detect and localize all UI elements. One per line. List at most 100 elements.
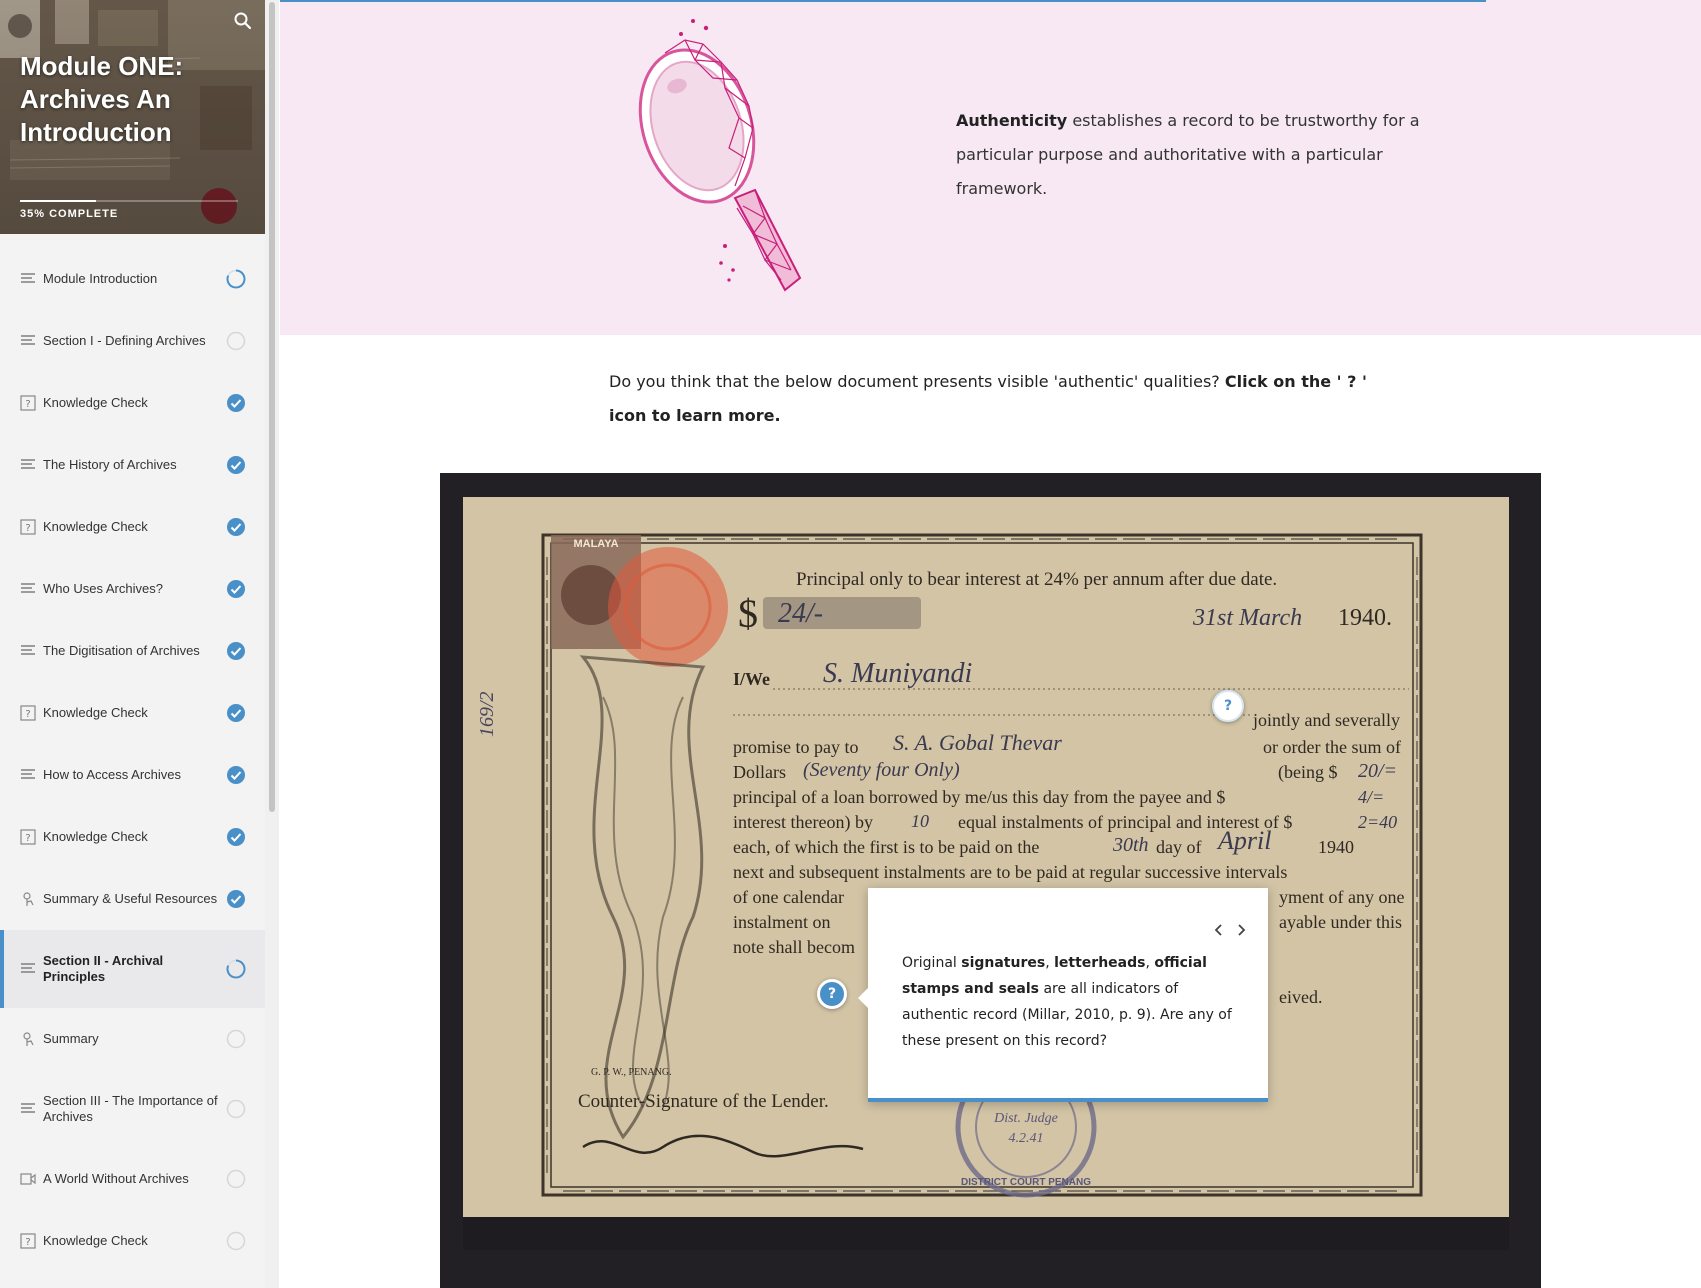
popup-text: Original signatures, letterheads, offici… bbox=[902, 950, 1242, 1054]
question-box-icon: ? bbox=[20, 1233, 36, 1249]
question-box-icon: ? bbox=[20, 395, 36, 411]
sidebar-item-15[interactable]: ? Knowledge Check bbox=[0, 1210, 265, 1272]
hotspot-2-label: ? bbox=[827, 986, 837, 1002]
sidebar-item-2[interactable]: ? Knowledge Check bbox=[0, 372, 265, 434]
sidebar-item-label: Knowledge Check bbox=[43, 519, 148, 534]
hotspot-1-label: ? bbox=[1223, 698, 1233, 714]
sidebar-item-16[interactable]: Summary & Useful Resources bbox=[0, 1272, 265, 1288]
question-box-icon: ? bbox=[20, 519, 36, 535]
popup-text-part: Original bbox=[902, 955, 962, 971]
lesson-question: Do you think that the below document pre… bbox=[609, 365, 1389, 433]
sidebar-scrollbar-thumb[interactable] bbox=[269, 2, 275, 812]
lesson-list: Module Introduction Section I - Defining … bbox=[0, 248, 265, 1288]
hand-pointer-icon bbox=[20, 1031, 36, 1047]
text-lines-icon bbox=[20, 643, 36, 659]
doc-counter-signature: Counter-Signature of the Lender. bbox=[578, 1091, 829, 1112]
popup-next-button[interactable] bbox=[1232, 920, 1250, 940]
sidebar-item-3[interactable]: The History of Archives bbox=[0, 434, 265, 496]
doc-line-being: (being $ bbox=[1278, 762, 1337, 783]
svg-text:?: ? bbox=[25, 523, 30, 534]
sidebar-item-13[interactable]: Section III - The Importance of Archives bbox=[0, 1070, 265, 1148]
text-lines-icon bbox=[20, 767, 36, 783]
doc-margin-number: 169/2 bbox=[476, 691, 498, 737]
doc-line-interest: interest thereon) by bbox=[733, 812, 873, 833]
sidebar-item-label: The Digitisation of Archives bbox=[43, 643, 200, 658]
svg-text:?: ? bbox=[25, 1237, 30, 1248]
check-circle-icon bbox=[226, 827, 246, 847]
hand-pointer-icon bbox=[20, 891, 36, 907]
sidebar-item-5[interactable]: Who Uses Archives? bbox=[0, 558, 265, 620]
sidebar-item-9[interactable]: ? Knowledge Check bbox=[0, 806, 265, 868]
sidebar-item-0[interactable]: Module Introduction bbox=[0, 248, 265, 310]
popup-text-part: letterheads bbox=[1054, 955, 1146, 971]
empty-circle-icon bbox=[226, 1231, 246, 1251]
sidebar-item-1[interactable]: Section I - Defining Archives bbox=[0, 310, 265, 372]
check-circle-icon bbox=[226, 765, 246, 785]
svg-text:$: $ bbox=[738, 591, 758, 636]
sidebar-item-6[interactable]: The Digitisation of Archives bbox=[0, 620, 265, 682]
doc-line-instalment: instalment on bbox=[733, 912, 831, 932]
sidebar-item-7[interactable]: ? Knowledge Check bbox=[0, 682, 265, 744]
sidebar-item-label: Section III - The Importance of Archives bbox=[43, 1093, 218, 1124]
course-progress-label: 35% COMPLETE bbox=[20, 208, 119, 220]
sidebar-item-12[interactable]: Summary bbox=[0, 1008, 265, 1070]
doc-line-dayof: day of bbox=[1156, 837, 1201, 857]
doc-instalment-amount: 2=40 bbox=[1358, 812, 1397, 832]
doc-line-promise: promise to pay to bbox=[733, 737, 858, 757]
doc-seal-text: Dist. Judge bbox=[993, 1111, 1058, 1126]
chevron-right-icon bbox=[1238, 924, 1246, 936]
sidebar-item-label: Knowledge Check bbox=[43, 395, 148, 410]
course-title: Module ONE: Archives An Introduction bbox=[20, 51, 184, 147]
sidebar-item-label: Section II - Archival Principles bbox=[43, 953, 164, 984]
text-lines-icon bbox=[20, 581, 36, 597]
sidebar-item-10[interactable]: Summary & Useful Resources bbox=[0, 868, 265, 930]
text-lines-icon bbox=[20, 961, 36, 977]
doc-month-hand: April bbox=[1216, 826, 1271, 855]
doc-date-hand: 31st March bbox=[1192, 605, 1302, 631]
sidebar-item-label: Summary bbox=[43, 1031, 99, 1046]
course-hero: Module ONE: Archives An Introduction 35%… bbox=[0, 0, 265, 234]
question-box-icon: ? bbox=[20, 705, 36, 721]
doc-being-amount: 20/= bbox=[1358, 760, 1397, 782]
doc-iwe: I/We bbox=[733, 669, 770, 689]
doc-instalments-count: 10 bbox=[911, 811, 929, 831]
sidebar-item-4[interactable]: ? Knowledge Check bbox=[0, 496, 265, 558]
video-icon bbox=[20, 1171, 36, 1187]
course-sidebar: Module ONE: Archives An Introduction 35%… bbox=[0, 0, 266, 1288]
partial-circle-icon bbox=[226, 959, 246, 979]
doc-line-of-one: of one calendar bbox=[733, 887, 844, 907]
doc-payee: S. A. Gobal Thevar bbox=[893, 730, 1062, 755]
partial-circle-icon bbox=[226, 269, 246, 289]
magnifier-illustration bbox=[638, 19, 802, 292]
hotspot-question-1[interactable]: ? bbox=[1212, 690, 1244, 722]
promissory-note-image: MALAYA $ 24/- Principal only to bear int… bbox=[463, 497, 1509, 1250]
hotspot-question-2[interactable]: ? bbox=[817, 979, 847, 1009]
sidebar-item-label: Knowledge Check bbox=[43, 829, 148, 844]
doc-line-next: next and subsequent instalments are to b… bbox=[733, 862, 1287, 882]
doc-line-instalment-end: ayable under this bbox=[1279, 912, 1402, 932]
text-lines-icon bbox=[20, 1101, 36, 1117]
sidebar-item-11[interactable]: Section II - Archival Principles bbox=[0, 930, 265, 1008]
check-circle-icon bbox=[226, 703, 246, 723]
svg-text:?: ? bbox=[25, 709, 30, 720]
sidebar-item-14[interactable]: A World Without Archives bbox=[0, 1148, 265, 1210]
course-progress-bar bbox=[20, 200, 238, 202]
sidebar-item-label: Knowledge Check bbox=[43, 705, 148, 720]
doc-line-jointly: jointly and severally bbox=[1252, 710, 1400, 730]
search-button[interactable] bbox=[232, 10, 254, 32]
sidebar-item-8[interactable]: How to Access Archives bbox=[0, 744, 265, 806]
doc-seal-date: 4.2.41 bbox=[1009, 1131, 1044, 1146]
authenticity-term: Authenticity bbox=[956, 111, 1068, 130]
popup-prev-button[interactable] bbox=[1210, 920, 1228, 940]
doc-line-principal: principal of a loan borrowed by me/us th… bbox=[733, 787, 1225, 807]
course-progress-fill bbox=[20, 200, 97, 202]
text-lines-icon bbox=[20, 271, 36, 287]
lesson-progress-topbar bbox=[280, 0, 1486, 2]
check-circle-icon bbox=[226, 641, 246, 661]
popup-arrow bbox=[858, 988, 868, 1008]
popup-text-part: signatures bbox=[961, 955, 1046, 971]
sidebar-item-label: The History of Archives bbox=[43, 457, 177, 472]
doc-line-dollars: Dollars bbox=[733, 762, 786, 782]
empty-circle-icon bbox=[226, 331, 246, 351]
sidebar-item-label: A World Without Archives bbox=[43, 1171, 189, 1186]
